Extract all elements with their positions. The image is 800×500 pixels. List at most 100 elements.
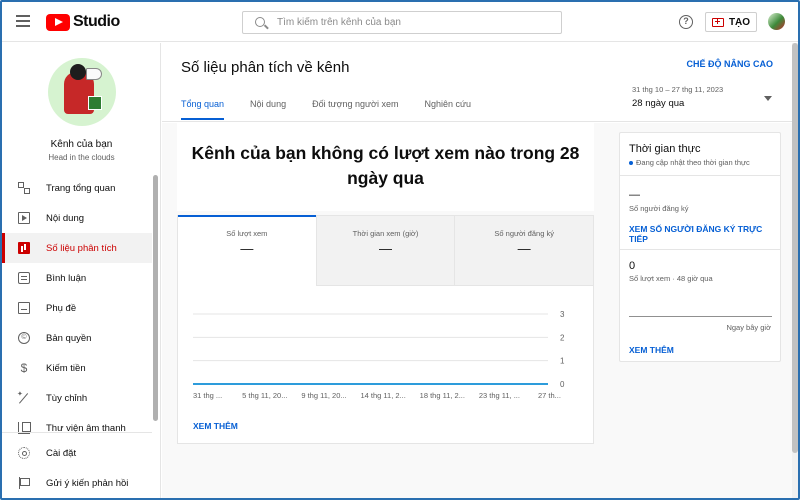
channel-avatar[interactable] bbox=[48, 58, 116, 126]
sidebar-item-label: Kiếm tiền bbox=[46, 362, 86, 374]
live-dot-icon bbox=[629, 160, 633, 165]
live-subscribers-link[interactable]: XEM SỐ NGƯỜI ĐĂNG KÝ TRỰC TIẾP bbox=[629, 224, 780, 244]
customization-icon bbox=[17, 390, 30, 404]
comments-icon bbox=[18, 272, 30, 284]
tab-content[interactable]: Nội dung bbox=[250, 99, 286, 118]
y-tick-label: 1 bbox=[560, 357, 565, 366]
channel-tagline: Head in the clouds bbox=[48, 153, 115, 162]
studio-window: Studio ? TẠO Kênh của bạn Head in the cl… bbox=[0, 0, 800, 500]
megaphone-icon bbox=[86, 68, 102, 80]
metric-tabs: Số lượt xem — Thời gian xem (giờ) — Số n… bbox=[178, 215, 594, 286]
metric-label: Thời gian xem (giờ) bbox=[352, 229, 419, 238]
sidebar-item-comments[interactable]: Bình luận bbox=[2, 263, 152, 293]
sidebar-item-label: Trang tổng quan bbox=[46, 182, 116, 194]
sidebar-item-label: Tùy chỉnh bbox=[46, 392, 88, 404]
sidebar-item-label: Số liệu phân tích bbox=[46, 242, 117, 254]
realtime-sparkline bbox=[629, 316, 772, 317]
monetization-icon: $ bbox=[20, 361, 28, 375]
sidebar-item-dashboard[interactable]: Trang tổng quan bbox=[2, 173, 152, 203]
content-icon bbox=[18, 212, 30, 224]
logo-text: Studio bbox=[73, 13, 120, 30]
top-bar: Studio ? TẠO bbox=[2, 2, 798, 42]
sidebar-item-label: Nội dung bbox=[46, 212, 85, 224]
menu-icon[interactable] bbox=[16, 15, 30, 27]
create-label: TẠO bbox=[728, 16, 751, 28]
divider bbox=[620, 175, 780, 176]
avatar-head-shape bbox=[70, 64, 86, 80]
channel-name: Kênh của bạn bbox=[50, 139, 113, 150]
see-more-link[interactable]: XEM THÊM bbox=[193, 421, 238, 431]
y-tick-label: 0 bbox=[560, 380, 565, 389]
x-tick-label: 9 thg 11, 20... bbox=[301, 391, 346, 400]
metric-watch-time[interactable]: Thời gian xem (giờ) — bbox=[316, 216, 456, 286]
x-tick-label: 18 thg 11, 2... bbox=[420, 391, 465, 400]
dashboard-icon bbox=[18, 182, 30, 194]
metric-label: Số lượt xem bbox=[226, 229, 268, 238]
search-input[interactable] bbox=[277, 15, 547, 30]
sidebar-scrollbar[interactable] bbox=[153, 175, 158, 421]
chevron-down-icon bbox=[764, 96, 772, 101]
divider bbox=[620, 249, 780, 250]
sidebar-item-content[interactable]: Nội dung bbox=[2, 203, 152, 233]
views-line-chart: 0 1 2 3 31 thg ... 5 thg 11, 20... 9 thg 11, 2… bbox=[193, 310, 565, 400]
sidebar-item-label: Bản quyền bbox=[46, 332, 92, 344]
sidebar-item-label: Cài đặt bbox=[46, 447, 77, 459]
x-tick-label: 31 thg ... bbox=[193, 391, 222, 400]
x-tick-label: 27 th... bbox=[538, 391, 561, 400]
help-icon[interactable]: ? bbox=[679, 15, 693, 29]
create-video-icon bbox=[711, 17, 724, 27]
realtime-see-more-link[interactable]: XEM THÊM bbox=[629, 345, 674, 355]
sidebar-item-label: Phụ đề bbox=[46, 302, 77, 314]
y-tick-label: 2 bbox=[560, 333, 565, 342]
realtime-title: Thời gian thực bbox=[629, 143, 701, 155]
analytics-tabs: Tổng quan Nội dung Đối tượng người xem N… bbox=[181, 99, 497, 120]
main-scrollbar-thumb[interactable] bbox=[792, 43, 798, 453]
sidebar-item-analytics[interactable]: Số liệu phân tích bbox=[2, 233, 152, 263]
sidebar-item-feedback[interactable]: Gửi ý kiến phản hồi bbox=[2, 468, 152, 498]
feedback-icon bbox=[18, 477, 30, 489]
search-icon bbox=[255, 17, 265, 27]
sidebar-item-label: Bình luận bbox=[46, 272, 87, 284]
studio-logo[interactable]: Studio bbox=[46, 13, 120, 31]
overview-stats-card: Số lượt xem — Thời gian xem (giờ) — Số n… bbox=[177, 215, 594, 444]
date-period-text: 28 ngày qua bbox=[632, 98, 685, 109]
metric-views[interactable]: Số lượt xem — bbox=[178, 215, 317, 286]
tab-overview[interactable]: Tổng quan bbox=[181, 99, 225, 120]
tab-audience[interactable]: Đối tượng người xem bbox=[312, 99, 398, 118]
analytics-content: Kênh của bạn không có lượt xem nào trong… bbox=[162, 123, 798, 498]
analytics-header: Số liệu phân tích về kênh CHẾ ĐỘ NÂNG CA… bbox=[162, 43, 798, 122]
sidebar-item-settings[interactable]: Cài đặt bbox=[2, 438, 152, 468]
sidebar-item-copyright[interactable]: © Bản quyền bbox=[2, 323, 152, 353]
y-tick-label: 3 bbox=[560, 310, 565, 319]
create-button[interactable]: TẠO bbox=[705, 12, 757, 32]
x-tick-label: 14 thg 11, 2... bbox=[361, 391, 406, 400]
sidebar-item-monetization[interactable]: $ Kiếm tiền bbox=[2, 353, 152, 383]
sidebar-item-label: Gửi ý kiến phản hồi bbox=[46, 477, 129, 489]
realtime-axis-label: Ngay bây giờ bbox=[726, 323, 771, 332]
sidebar-nav: Trang tổng quan Nội dung Số liệu phân tí… bbox=[2, 173, 152, 443]
realtime-subscribers-value: — bbox=[629, 189, 640, 201]
search-box[interactable] bbox=[242, 11, 562, 34]
settings-icon bbox=[18, 447, 30, 459]
metric-value: — bbox=[240, 241, 254, 256]
realtime-card: Thời gian thực Đang cập nhật theo thời g… bbox=[619, 132, 781, 362]
sidebar-item-customization[interactable]: Tùy chỉnh bbox=[2, 383, 152, 413]
youtube-play-icon bbox=[46, 13, 70, 31]
advanced-mode-link[interactable]: CHẾ ĐỘ NÂNG CAO bbox=[686, 59, 773, 69]
sidebar-item-subtitles[interactable]: Phụ đề bbox=[2, 293, 152, 323]
x-tick-label: 5 thg 11, 20... bbox=[242, 391, 287, 400]
realtime-subtitle-text: Đang cập nhật theo thời gian thực bbox=[636, 158, 750, 167]
avatar-card-shape bbox=[88, 96, 102, 110]
analytics-icon bbox=[18, 242, 30, 254]
metric-subscribers[interactable]: Số người đăng ký — bbox=[455, 216, 594, 286]
subtitles-icon bbox=[18, 302, 30, 314]
no-views-headline: Kênh của bạn không có lượt xem nào trong… bbox=[191, 143, 580, 188]
tab-research[interactable]: Nghiên cứu bbox=[424, 99, 471, 118]
account-avatar[interactable] bbox=[768, 13, 785, 30]
overview-hero: Kênh của bạn không có lượt xem nào trong… bbox=[177, 123, 594, 211]
sidebar: Kênh của bạn Head in the clouds Trang tổ… bbox=[2, 43, 161, 498]
main-scrollbar bbox=[792, 43, 798, 498]
realtime-views-label: Số lượt xem · 48 giờ qua bbox=[629, 274, 713, 283]
page-title: Số liệu phân tích về kênh bbox=[181, 59, 350, 76]
date-range-picker[interactable]: 31 thg 10 – 27 thg 11, 2023 28 ngày qua bbox=[632, 85, 774, 109]
